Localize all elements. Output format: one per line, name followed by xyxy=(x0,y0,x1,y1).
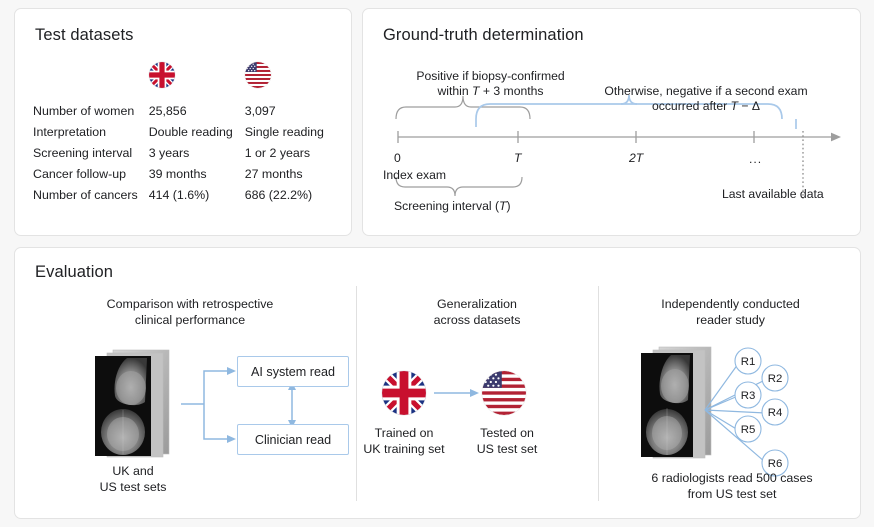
row-uk-value: 3 years xyxy=(149,146,245,167)
section-2-heading-line2: across datasets xyxy=(371,312,583,328)
table-row: Number of women 25,856 3,097 xyxy=(33,104,337,125)
reader-circle-4 xyxy=(762,399,788,425)
axis-tick-label-ellipsis: ... xyxy=(749,152,762,167)
evaluation-title: Evaluation xyxy=(35,263,113,282)
section-3-caption-line2: from US test set xyxy=(607,486,857,502)
table-row: Interpretation Double reading Single rea… xyxy=(33,125,337,146)
positive-window-brace xyxy=(396,96,530,119)
row-us-value: 27 months xyxy=(245,167,337,188)
ground-truth-card: Ground-truth determination Positive if b… xyxy=(362,8,861,236)
uk-flag-icon xyxy=(149,62,175,88)
row-us-value: 686 (22.2%) xyxy=(245,188,337,209)
reader-circle-5 xyxy=(735,416,761,442)
row-uk-value: Double reading xyxy=(149,125,245,146)
section-1-caption-line1: UK and xyxy=(70,463,196,479)
reader-label-6: R6 xyxy=(768,458,783,470)
row-uk-value: 414 (1.6%) xyxy=(149,188,245,209)
row-uk-value: 39 months xyxy=(149,167,245,188)
reader-label-5: R5 xyxy=(741,424,756,436)
timeline-arrowhead xyxy=(831,133,841,142)
section-2-target-caption: Tested on US test set xyxy=(460,425,554,457)
section-3-heading-line2: reader study xyxy=(613,312,848,328)
header-spacer xyxy=(33,57,149,104)
evaluation-divider-1 xyxy=(356,286,357,501)
axis-tick-label-2T: 2T xyxy=(629,151,643,166)
test-datasets-table: Number of women 25,856 3,097 Interpretat… xyxy=(33,57,337,209)
row-label: Interpretation xyxy=(33,125,149,146)
index-exam-label: Index exam xyxy=(383,168,446,183)
reader-label-1: R1 xyxy=(741,356,756,368)
comparison-branch-bottom xyxy=(204,404,227,439)
screening-interval-label: Screening interval (T) xyxy=(394,199,511,214)
section-3-heading: Independently conducted reader study xyxy=(613,296,848,328)
mammogram-stack-reader-study xyxy=(635,345,721,461)
negative-note-line1: Otherwise, negative if a second exam xyxy=(576,84,836,99)
evaluation-divider-2 xyxy=(598,286,599,501)
table-row: Number of cancers 414 (1.6%) 686 (22.2%) xyxy=(33,188,337,209)
us-flag-icon xyxy=(245,62,271,88)
positive-note-line2: within T + 3 months xyxy=(393,84,588,99)
arrowhead-to-clinician-box xyxy=(227,435,236,443)
arrowhead-to-ai-box xyxy=(227,367,236,375)
us-column-header xyxy=(245,57,337,104)
clinician-read-box[interactable]: Clinician read xyxy=(237,424,349,455)
section-2-target-line1: Tested on xyxy=(460,425,554,441)
reader-circle-2 xyxy=(762,365,788,391)
reader-label-3: R3 xyxy=(741,390,756,402)
section-2-heading-line1: Generalization xyxy=(371,296,583,312)
section-2-source-line2: UK training set xyxy=(351,441,457,457)
test-datasets-title: Test datasets xyxy=(35,26,134,45)
section-2-source-line1: Trained on xyxy=(351,425,457,441)
section-1-caption-line2: US test sets xyxy=(70,479,196,495)
section-3-caption-line1: 6 radiologists read 500 cases xyxy=(607,470,857,486)
section-3-caption: 6 radiologists read 500 cases from US te… xyxy=(607,470,857,502)
row-us-value: 1 or 2 years xyxy=(245,146,337,167)
section-2-source-caption: Trained on UK training set xyxy=(351,425,457,457)
uk-flag-icon-generalization xyxy=(382,371,426,415)
reader-circle-1 xyxy=(735,348,761,374)
table-row: Screening interval 3 years 1 or 2 years xyxy=(33,146,337,167)
reader-label-2: R2 xyxy=(768,373,783,385)
comparison-branch-top xyxy=(204,371,227,404)
negative-note-line2: occurred after T − Δ xyxy=(576,99,836,114)
axis-tick-label-T: T xyxy=(514,151,521,166)
positive-note-line1: Positive if biopsy-confirmed xyxy=(393,69,588,84)
ground-truth-title: Ground-truth determination xyxy=(383,26,584,45)
mammogram-stack-comparison xyxy=(87,348,179,460)
uk-column-header xyxy=(149,57,245,104)
row-label: Number of cancers xyxy=(33,188,149,209)
row-us-value: 3,097 xyxy=(245,104,337,125)
ai-system-read-box[interactable]: AI system read xyxy=(237,356,349,387)
generalization-arrowhead xyxy=(470,389,479,397)
row-label: Cancer follow-up xyxy=(33,167,149,188)
section-1-caption: UK and US test sets xyxy=(70,463,196,495)
section-2-target-line2: US test set xyxy=(460,441,554,457)
row-us-value: Single reading xyxy=(245,125,337,146)
reader-circle-3 xyxy=(735,382,761,408)
row-label: Screening interval xyxy=(33,146,149,167)
reader-label-4: R4 xyxy=(768,407,783,419)
axis-tick-label-0: 0 xyxy=(394,151,401,166)
test-datasets-card: Test datasets xyxy=(14,8,352,236)
last-available-data-label: Last available data xyxy=(722,187,824,202)
section-1-heading-line2: clinical performance xyxy=(55,312,325,328)
row-uk-value: 25,856 xyxy=(149,104,245,125)
section-3-heading-line1: Independently conducted xyxy=(613,296,848,312)
section-1-heading-line1: Comparison with retrospective xyxy=(55,296,325,312)
table-row: Cancer follow-up 39 months 27 months xyxy=(33,167,337,188)
table-header-row xyxy=(33,57,337,104)
row-label: Number of women xyxy=(33,104,149,125)
section-1-heading: Comparison with retrospective clinical p… xyxy=(55,296,325,328)
us-flag-icon-generalization xyxy=(482,371,526,415)
evaluation-card: Evaluation Comparison with retrospective… xyxy=(14,247,861,519)
section-2-heading: Generalization across datasets xyxy=(371,296,583,328)
